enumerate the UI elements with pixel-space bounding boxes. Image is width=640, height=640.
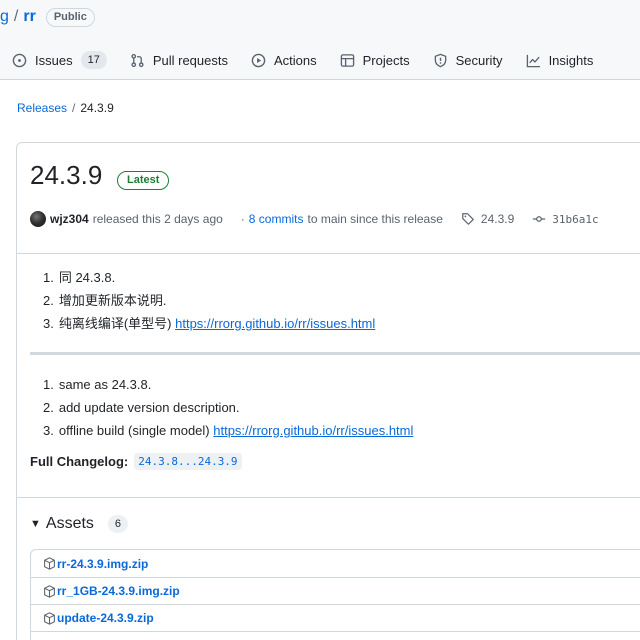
repo-name-link[interactable]: rr — [23, 8, 35, 26]
list-number: 3. — [43, 423, 54, 438]
list-text: 增加更新版本说明. — [58, 293, 167, 308]
tab-actions-label: Actions — [273, 52, 317, 68]
list-item: 3. 纯离线编译(单型号) https://rrorg.github.io/rr/… — [43, 312, 375, 335]
package-icon — [44, 611, 55, 625]
list-item: 1. same as 24.3.8. — [43, 373, 413, 396]
visibility-badge: Public — [45, 7, 95, 27]
release-meta: wjz304 released this 2 days ago · 8 comm… — [30, 209, 640, 229]
tab-projects-label: Projects — [362, 52, 410, 68]
list-number: 2. — [43, 293, 54, 308]
tab-insights-label: Insights — [548, 52, 594, 68]
caret-down-icon: ▼ — [30, 518, 41, 530]
asset-row[interactable]: update-24.3.9.zip — [31, 604, 640, 631]
issues-counter: 17 — [80, 51, 107, 69]
asset-link[interactable]: rr-24.3.9.img.zip — [57, 557, 148, 571]
tab-projects[interactable]: Projects — [332, 42, 418, 78]
tag-link[interactable]: 24.3.9 — [461, 212, 514, 226]
divider — [17, 497, 640, 498]
full-changelog: Full Changelog: 24.3.8...24.3.9 — [30, 453, 242, 470]
avatar[interactable] — [30, 211, 46, 227]
list-item: 2. 增加更新版本说明. — [43, 289, 375, 312]
assets-title: Assets — [45, 515, 94, 532]
tab-issues[interactable]: Issues 17 — [0, 42, 115, 78]
list-text: 纯离线编译(单型号) — [58, 316, 176, 331]
release-notes-cn: 1. 同 24.3.8. 2. 增加更新版本说明. 3. 纯离线编译(单型号) htt… — [43, 266, 375, 335]
released-text: released this 2 days ago — [92, 212, 223, 226]
asset-row[interactable]: rr-24.3.9.img.zip — [31, 550, 640, 577]
table-icon — [340, 53, 354, 67]
repo-header: g / rr Public Issues 17 Pull requests Ac… — [0, 0, 640, 80]
list-item: 3. offline build (single model) https://r… — [43, 419, 413, 442]
pull-request-icon — [131, 53, 144, 67]
asset-link[interactable]: update-24.3.9.zip — [57, 611, 154, 625]
repo-path-separator: / — [13, 8, 19, 25]
tab-pull-requests-label: Pull requests — [152, 52, 228, 68]
package-icon — [44, 584, 55, 598]
commit-sha: 31b6a1c — [552, 212, 599, 226]
asset-row[interactable]: rr_1GB-24.3.9.img.zip — [31, 577, 640, 604]
breadcrumb-separator: / — [72, 101, 76, 115]
repo-owner-link[interactable]: g — [0, 8, 9, 26]
issues-link[interactable]: https://rrorg.github.io/rr/issues.html — [175, 316, 375, 331]
list-item: 2. add update version description. — [43, 396, 413, 419]
commit-icon — [533, 216, 546, 222]
list-number: 1. — [43, 270, 54, 285]
commits-prefix: · — [240, 212, 245, 226]
assets-toggle[interactable]: ▼ Assets 6 — [30, 515, 129, 533]
list-text: 同 24.3.8. — [58, 270, 116, 285]
assets-counter: 6 — [107, 515, 129, 533]
issues-link[interactable]: https://rrorg.github.io/rr/issues.html — [213, 423, 413, 438]
list-number: 2. — [43, 400, 54, 415]
breadcrumb: Releases / 24.3.9 — [17, 101, 114, 115]
author-link[interactable]: wjz304 — [50, 212, 89, 226]
list-text: same as 24.3.8. — [58, 377, 152, 392]
release-title[interactable]: 24.3.9 — [30, 160, 102, 191]
tab-insights[interactable]: Insights — [518, 42, 602, 78]
tab-security-label: Security — [455, 52, 503, 68]
list-text: add update version description. — [58, 400, 240, 415]
latest-badge: Latest — [117, 171, 170, 190]
breadcrumb-current: 24.3.9 — [80, 101, 114, 115]
tab-pull-requests[interactable]: Pull requests — [122, 42, 236, 78]
tag-label: 24.3.9 — [480, 212, 515, 226]
commits-link[interactable]: 8 commits — [249, 212, 304, 226]
commit-sha-link[interactable]: 31b6a1c — [532, 212, 599, 226]
list-text: offline build (single model) — [58, 423, 214, 438]
tag-icon — [462, 213, 474, 225]
issue-icon — [12, 53, 27, 67]
graph-icon — [526, 54, 540, 67]
list-item: 1. 同 24.3.8. — [43, 266, 375, 289]
commits-suffix: to main since this release — [307, 212, 443, 226]
changelog-compare-link[interactable]: 24.3.8...24.3.9 — [134, 453, 242, 470]
asset-link[interactable]: rr_1GB-24.3.9.img.zip — [57, 584, 180, 598]
changelog-label: Full Changelog: — [30, 454, 129, 469]
package-icon — [44, 557, 55, 570]
section-divider — [30, 352, 640, 355]
play-icon — [251, 53, 266, 67]
shield-icon — [434, 53, 446, 67]
list-number: 1. — [43, 377, 54, 392]
repo-nav-tabs: Issues 17 Pull requests Actions Projects… — [0, 42, 608, 80]
repo-path: g / rr Public — [0, 6, 95, 28]
divider — [17, 253, 640, 254]
list-number: 3. — [43, 316, 54, 331]
tab-actions[interactable]: Actions — [243, 42, 325, 78]
asset-row[interactable] — [31, 631, 640, 640]
tab-issues-label: Issues — [35, 52, 73, 68]
tab-security[interactable]: Security — [425, 42, 511, 78]
release-notes-en: 1. same as 24.3.8. 2. add update version d… — [43, 373, 413, 442]
breadcrumb-releases-link[interactable]: Releases — [17, 101, 67, 115]
